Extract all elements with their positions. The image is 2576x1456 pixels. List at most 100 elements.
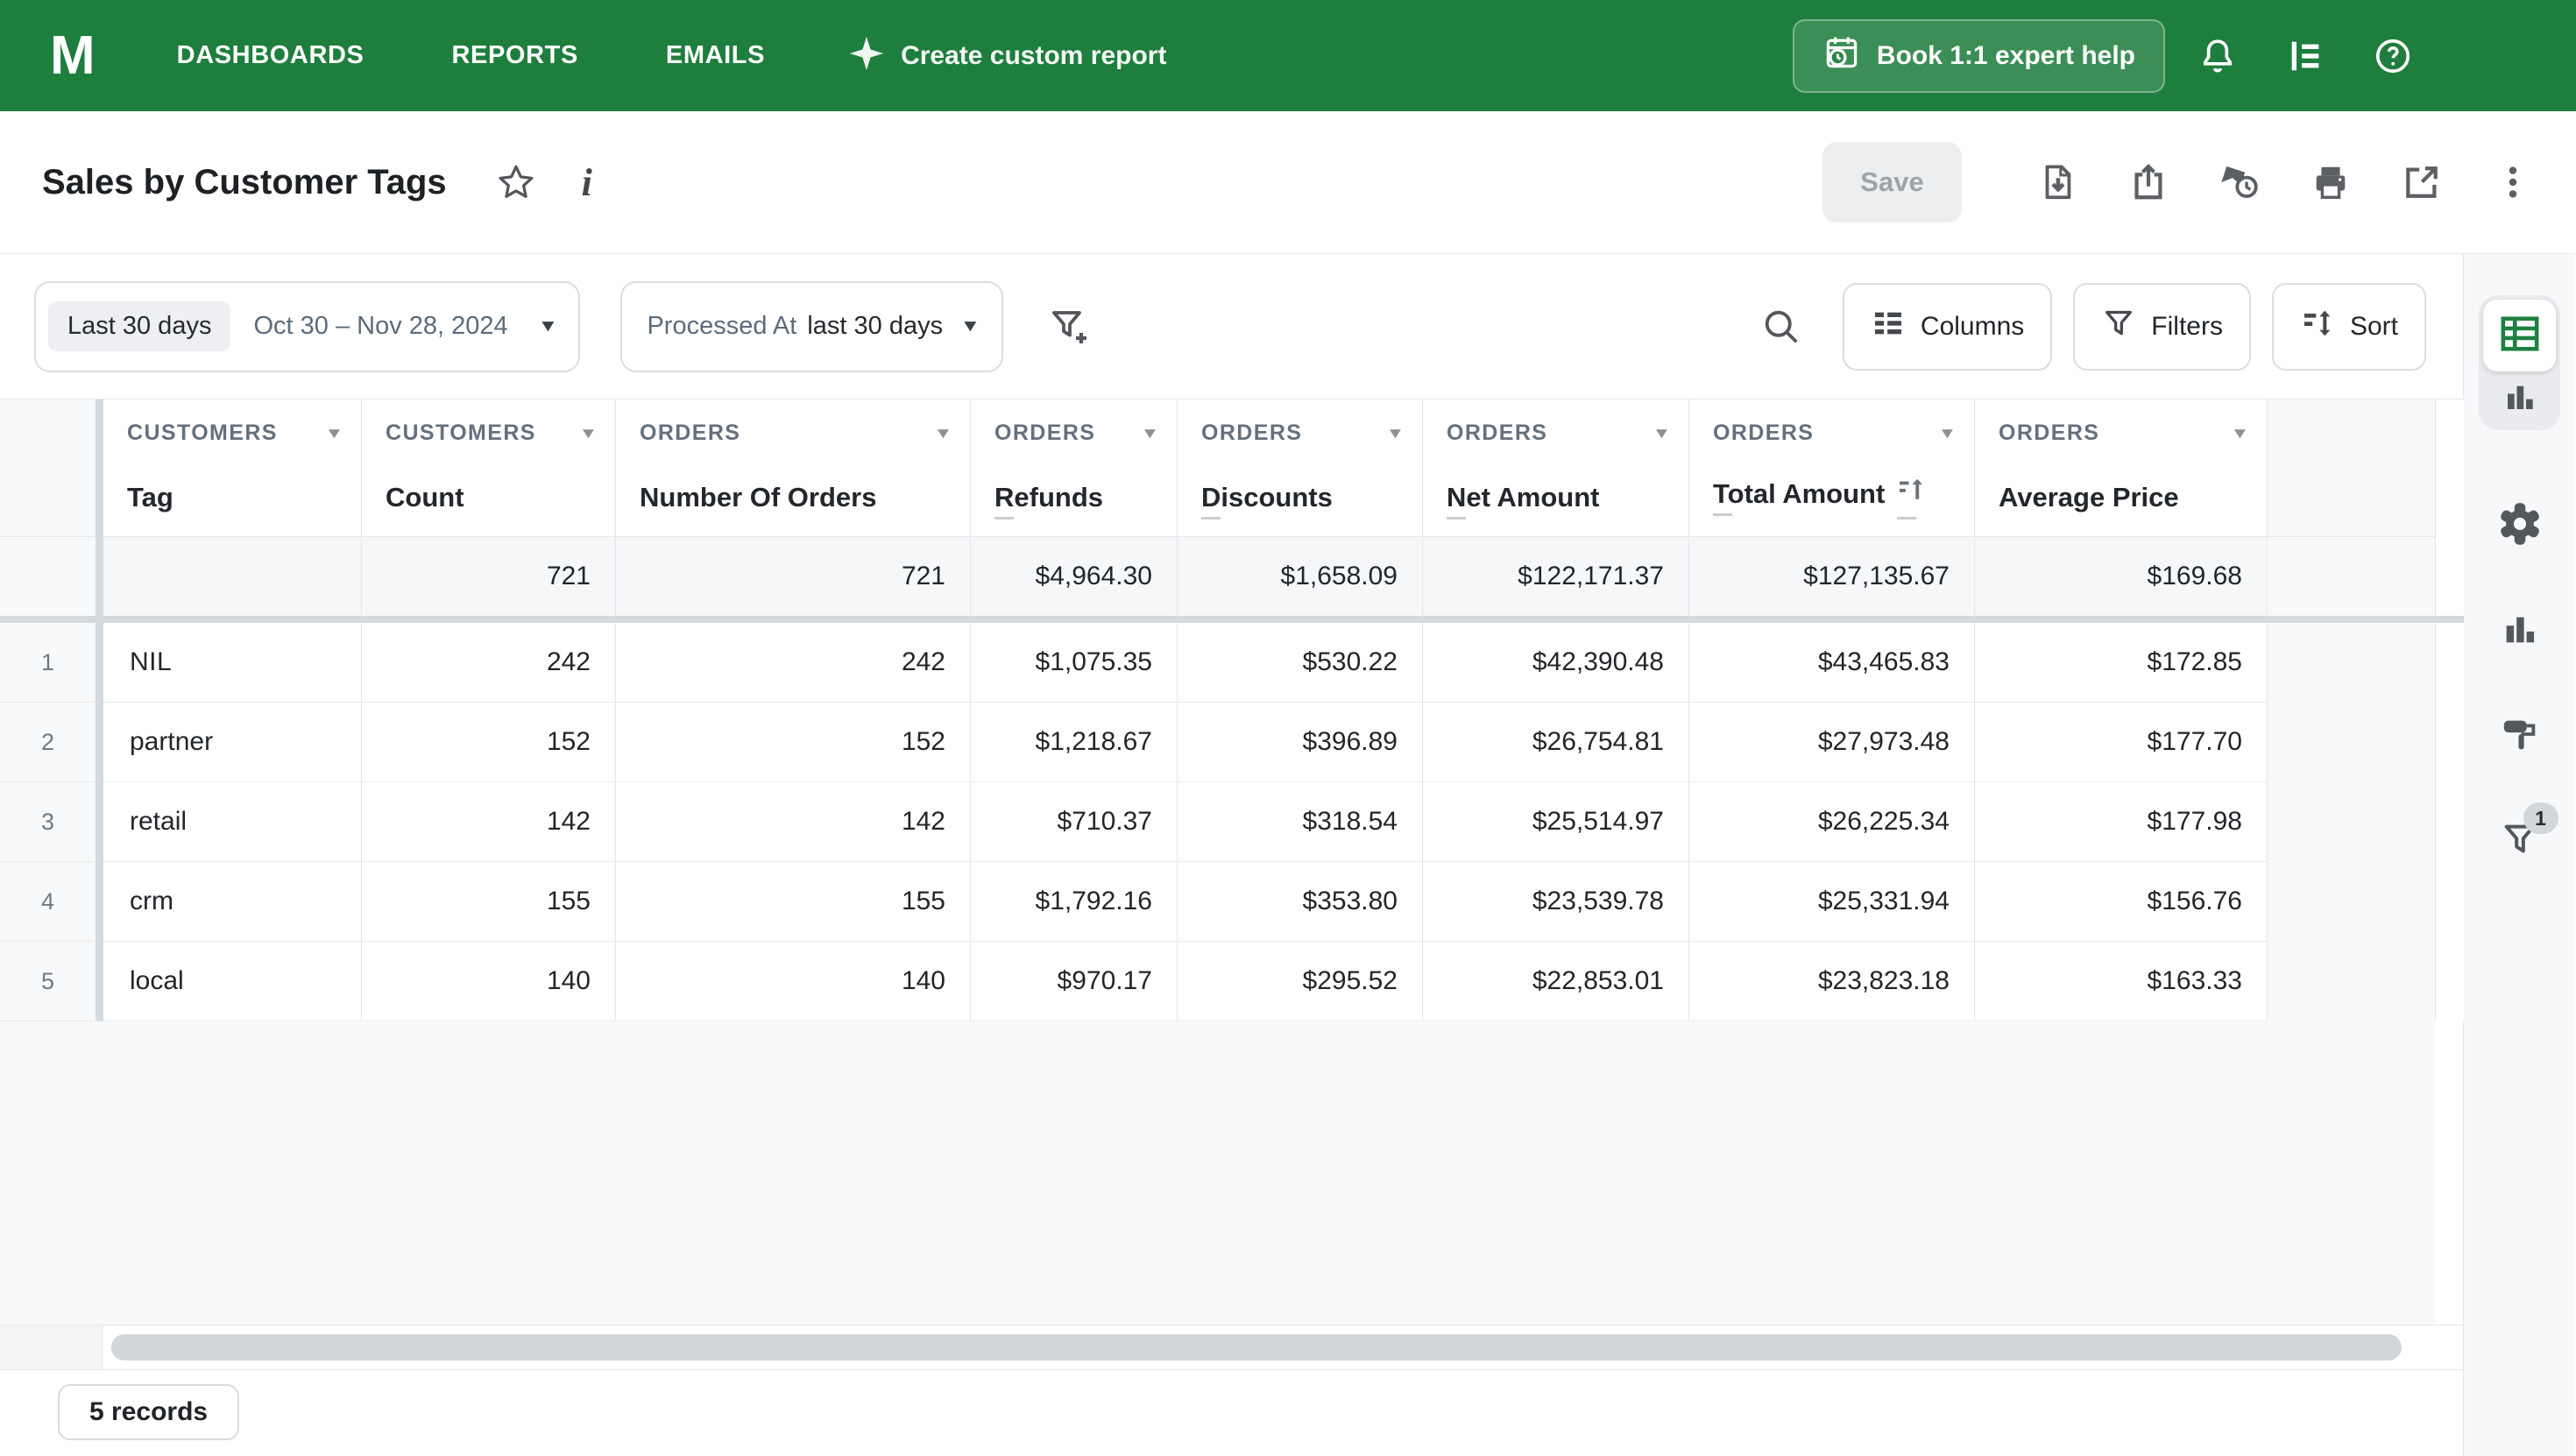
cell-total: $23,823.18 [1689, 942, 1975, 1021]
book-expert-help-button[interactable]: Book 1:1 expert help [1793, 19, 2165, 93]
filter-toolbar: Last 30 days Oct 30 – Nov 28, 2024 ▼ Pro… [0, 254, 2463, 399]
cell-total: $27,973.48 [1689, 703, 1975, 782]
table-footer: 5 records [0, 1370, 2463, 1456]
settings-gear-icon[interactable] [2495, 501, 2544, 547]
summary-cell-total: $127,135.67 [1689, 537, 1975, 616]
summary-cell-tag [103, 537, 362, 616]
chart-settings-icon[interactable] [2495, 606, 2544, 652]
columns-button[interactable]: Columns [1843, 283, 2052, 371]
column-menu-icon[interactable]: ▼ [2231, 425, 2250, 442]
date-range-selector[interactable]: Last 30 days Oct 30 – Nov 28, 2024 ▼ [34, 281, 580, 372]
report-action-icons [2037, 162, 2533, 202]
summary-cell-count: 721 [362, 537, 616, 616]
column-header-refunds[interactable]: ORDERS▼ Refunds [971, 399, 1178, 537]
cell-tag: local [103, 942, 362, 1021]
nav-emails[interactable]: EMAILS [666, 41, 765, 70]
table-grid-icon [2500, 315, 2540, 357]
export-download-icon[interactable] [2037, 162, 2077, 202]
main-nav: DASHBOARDS REPORTS EMAILS [177, 41, 765, 70]
row-number: 3 [0, 782, 103, 862]
columns-icon [1871, 306, 1906, 348]
page-title: Sales by Customer Tags [42, 163, 447, 202]
column-menu-icon[interactable]: ▼ [579, 425, 598, 442]
processed-at-selector[interactable]: Processed At last 30 days ▼ [620, 281, 1002, 372]
summary-divider [0, 616, 2464, 623]
search-icon[interactable] [1760, 306, 1802, 348]
table-view-button[interactable] [2483, 300, 2556, 371]
column-header-count[interactable]: CUSTOMERS▼ Count [362, 399, 616, 537]
sort-button-label: Sort [2350, 312, 2398, 342]
horizontal-scrollbar-thumb[interactable] [111, 1334, 2402, 1361]
date-preset-chip[interactable]: Last 30 days [48, 301, 230, 351]
summary-cell-discounts: $1,658.09 [1178, 537, 1423, 616]
open-in-new-icon[interactable] [2402, 162, 2442, 202]
top-navbar: M DASHBOARDS REPORTS EMAILS Create custo… [0, 0, 2576, 111]
help-icon[interactable] [2372, 35, 2414, 77]
summary-row: 721 721 $4,964.30 $1,658.09 $122,171.37 … [0, 537, 2463, 616]
calendar-clock-icon [1822, 33, 1861, 79]
info-icon[interactable]: i [582, 160, 592, 205]
print-icon[interactable] [2311, 162, 2351, 202]
processed-field-label: Processed At [647, 312, 796, 341]
cell-refunds: $710.37 [971, 782, 1178, 862]
summary-cell-orders: 721 [616, 537, 971, 616]
column-header-average-price[interactable]: ORDERS▼ Average Price [1975, 399, 2268, 537]
column-menu-icon[interactable]: ▼ [325, 425, 344, 442]
sort-button[interactable]: Sort [2272, 283, 2426, 371]
cell-orders: 140 [616, 942, 971, 1021]
chevron-down-icon[interactable]: ▼ [960, 317, 981, 336]
column-header-total-amount[interactable]: ORDERS▼ Total Amount [1689, 399, 1975, 537]
sort-ascending-icon[interactable] [1897, 475, 1928, 513]
column-menu-icon[interactable]: ▼ [934, 425, 953, 442]
row-number-header [0, 399, 103, 537]
paint-roller-icon[interactable] [2495, 711, 2544, 757]
column-menu-icon[interactable]: ▼ [1386, 425, 1405, 442]
column-menu-icon[interactable]: ▼ [1652, 425, 1672, 442]
scrollbar-gutter [2436, 399, 2464, 537]
notifications-bell-icon[interactable] [2197, 35, 2239, 77]
cell-discounts: $530.22 [1178, 623, 1423, 703]
nav-reports[interactable]: REPORTS [452, 41, 578, 70]
create-custom-report-button[interactable]: Create custom report [848, 35, 1166, 76]
schedule-bookmark-clock-icon[interactable] [2219, 162, 2260, 202]
chevron-down-icon[interactable]: ▼ [537, 317, 558, 336]
column-menu-icon[interactable]: ▼ [1938, 425, 1957, 442]
share-icon[interactable] [2128, 162, 2169, 202]
column-header-net-amount[interactable]: ORDERS▼ Net Amount [1423, 399, 1689, 537]
column-header-number-of-orders[interactable]: ORDERS▼ Number Of Orders [616, 399, 971, 537]
cell-avg: $177.98 [1975, 782, 2268, 862]
summary-cell-refunds: $4,964.30 [971, 537, 1178, 616]
column-menu-icon[interactable]: ▼ [1141, 425, 1160, 442]
processed-field-value: last 30 days [807, 312, 943, 341]
app-logo[interactable]: M [50, 25, 94, 87]
column-header-discounts[interactable]: ORDERS▼ Discounts [1178, 399, 1423, 537]
cell-tag: crm [103, 862, 362, 942]
cell-count: 242 [362, 623, 616, 703]
cell-net: $25,514.97 [1423, 782, 1689, 862]
favorite-star-icon[interactable] [496, 162, 536, 202]
kebab-menu-icon[interactable] [2493, 162, 2533, 202]
records-count-button[interactable]: 5 records [58, 1384, 239, 1440]
cell-tag: retail [103, 782, 362, 862]
cell-refunds: $1,218.67 [971, 703, 1178, 782]
save-button[interactable]: Save [1822, 142, 1962, 223]
summary-cell-avg: $169.68 [1975, 537, 2268, 616]
chart-view-button[interactable] [2483, 371, 2556, 426]
cell-orders: 142 [616, 782, 971, 862]
add-filter-funnel-icon[interactable] [1049, 306, 1091, 348]
row-number: 2 [0, 703, 103, 782]
scrollbar-frozen-segment [0, 1325, 103, 1369]
filters-funnel-icon[interactable]: 1 [2495, 816, 2544, 862]
column-header-tag[interactable]: CUSTOMERS▼ Tag [103, 399, 362, 537]
book-expert-help-label: Book 1:1 expert help [1877, 41, 2135, 71]
horizontal-scrollbar-track[interactable] [0, 1325, 2463, 1370]
bar-chart-icon [2502, 378, 2538, 420]
changelog-list-icon[interactable] [2284, 35, 2326, 77]
nav-dashboards[interactable]: DASHBOARDS [177, 41, 364, 70]
cell-count: 152 [362, 703, 616, 782]
cell-total: $43,465.83 [1689, 623, 1975, 703]
filters-button[interactable]: Filters [2073, 283, 2251, 371]
cell-tag: partner [103, 703, 362, 782]
create-custom-report-label: Create custom report [901, 41, 1166, 71]
table-row: 2 partner 152 152 $1,218.67 $396.89 $26,… [0, 703, 2463, 782]
